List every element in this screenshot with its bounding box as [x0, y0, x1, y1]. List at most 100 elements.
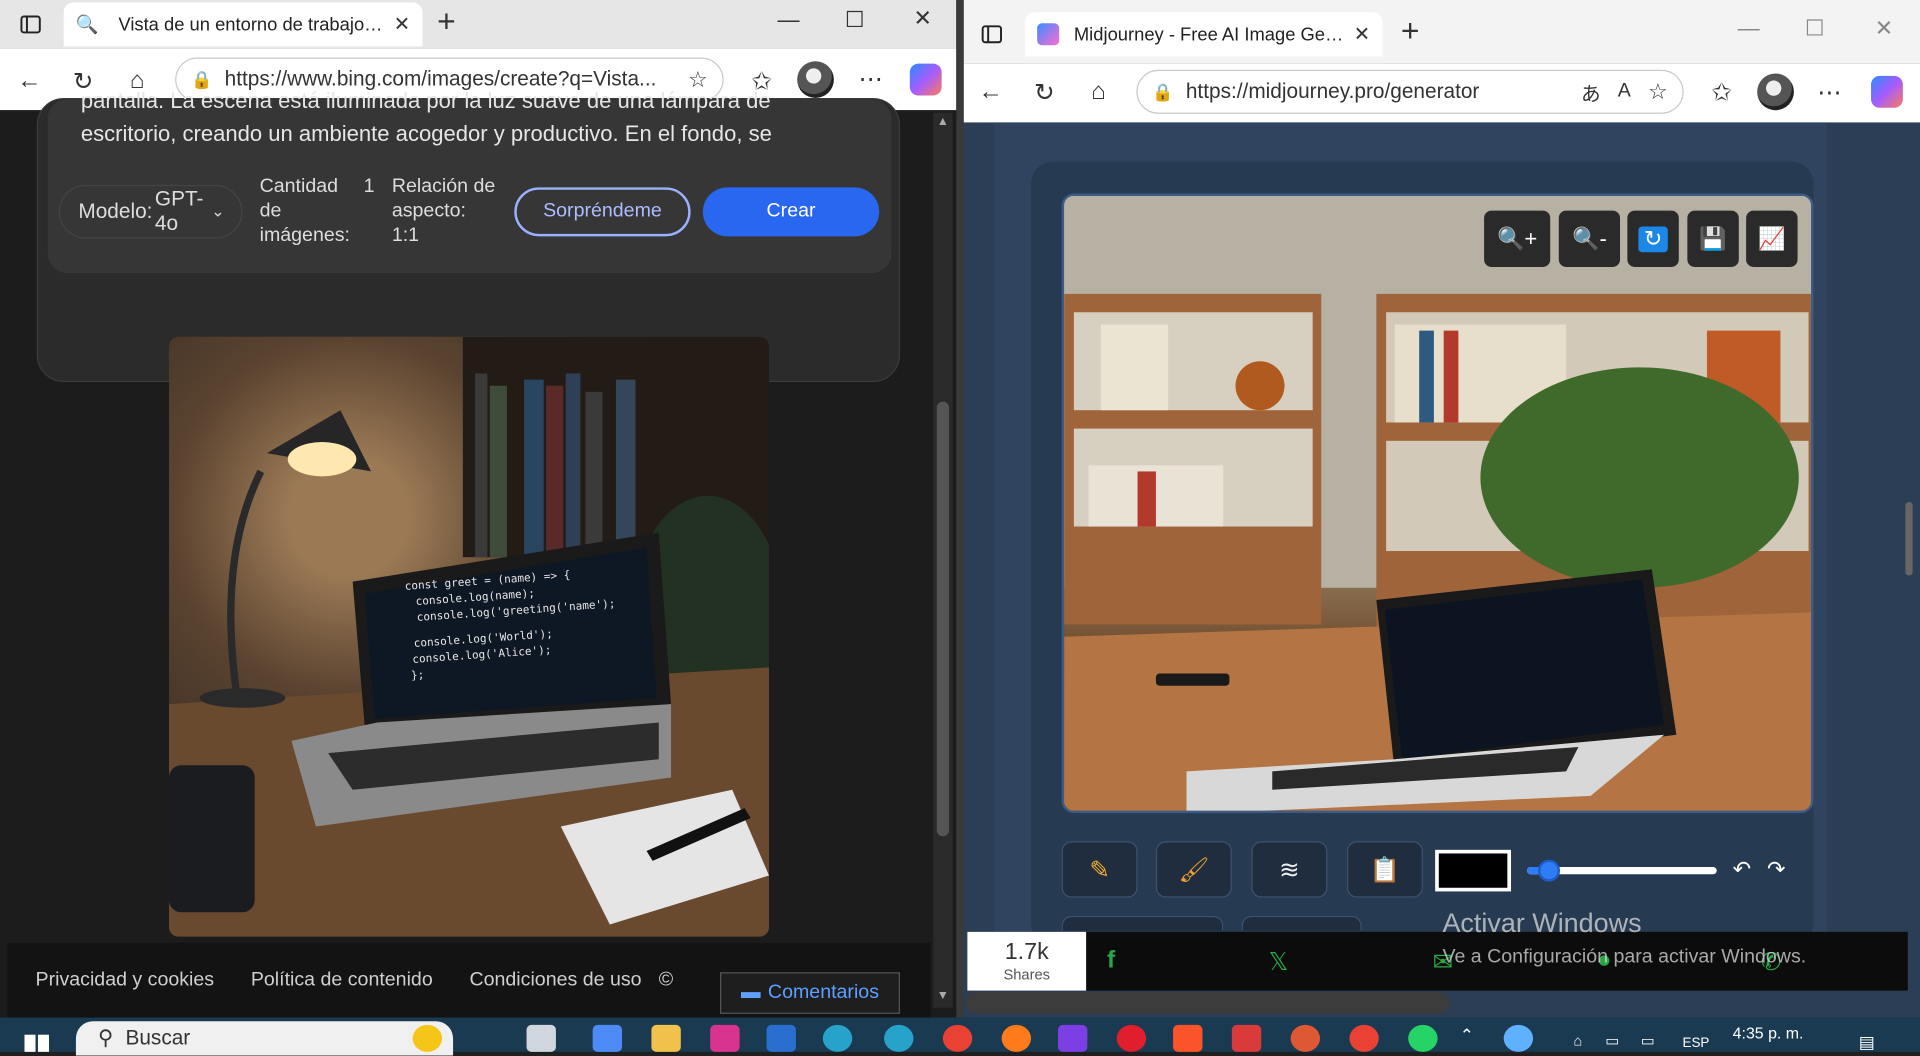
model-value: GPT-4o — [154, 187, 204, 236]
instagram-icon[interactable] — [710, 1024, 740, 1052]
notifications-icon[interactable]: ▤ — [1859, 1032, 1875, 1053]
close-tab-icon[interactable]: ✕ — [1354, 22, 1370, 46]
reset-button[interactable]: ↻ — [1627, 210, 1679, 267]
facebook-icon[interactable]: f — [1107, 947, 1115, 975]
minimize-icon[interactable]: — — [778, 7, 800, 33]
weather-icon[interactable] — [1503, 1024, 1534, 1052]
floppy-disk-icon: 💾 — [1699, 225, 1727, 251]
zoom-in-button[interactable]: 🔍+ — [1484, 210, 1551, 267]
scroll-up-icon[interactable]: ▲ — [937, 115, 949, 128]
generated-image[interactable]: const greet = (name) => { console.log(na… — [168, 336, 769, 937]
chrome-icon[interactable] — [1349, 1024, 1379, 1052]
firefox-icon[interactable] — [1001, 1024, 1032, 1052]
outlook-icon[interactable] — [766, 1024, 796, 1052]
battery-icon[interactable]: ▭ — [1605, 1032, 1619, 1049]
copilot-icon[interactable] — [1871, 75, 1903, 108]
privacy-link[interactable]: Privacidad y cookies — [36, 969, 215, 991]
close-tab-icon[interactable]: ✕ — [394, 12, 410, 36]
brush-tool-button[interactable]: 🖌 — [1155, 841, 1232, 898]
more-tool-button[interactable] — [1061, 915, 1224, 931]
chevron-down-icon: ⌄ — [211, 202, 225, 221]
paste-tool-button[interactable]: 📋 — [1346, 841, 1423, 898]
more-menu-icon[interactable]: ⋯ — [1811, 73, 1848, 110]
chrome-icon[interactable] — [942, 1024, 973, 1052]
brave-icon[interactable] — [1173, 1024, 1203, 1052]
scroll-down-icon[interactable]: ▼ — [937, 989, 949, 1002]
windows-start-icon[interactable] — [24, 1034, 49, 1052]
aspect-value[interactable]: 1:1 — [392, 224, 419, 248]
share-count-label: Shares — [1003, 966, 1051, 984]
profile-avatar[interactable] — [1757, 73, 1794, 111]
language-indicator[interactable]: ESP — [1682, 1036, 1709, 1051]
duckduckgo-icon[interactable] — [1290, 1024, 1321, 1052]
quantity-value[interactable]: 1 — [364, 175, 375, 199]
left-browser-window: 🔍 Vista de un entorno de trabajo moderno… — [0, 0, 957, 1018]
task-view-icon[interactable] — [526, 1024, 556, 1052]
refresh-icon: ↻ — [1638, 225, 1668, 252]
copilot-app-icon[interactable] — [592, 1024, 623, 1052]
favorites-icon[interactable]: ✩ — [1703, 73, 1740, 110]
taskbar-search[interactable]: ⚲ Buscar — [75, 1021, 454, 1056]
whatsapp-app-icon[interactable] — [1408, 1024, 1438, 1052]
left-scrollbar[interactable]: ▲ ▼ — [933, 112, 953, 1008]
vivaldi-icon[interactable] — [1231, 1024, 1262, 1052]
network-icon[interactable]: ⌂ — [1573, 1032, 1582, 1049]
opera-icon[interactable] — [1116, 1024, 1147, 1052]
tab-actions-icon[interactable] — [15, 9, 47, 41]
copilot-icon[interactable] — [909, 63, 942, 96]
chevron-up-icon[interactable]: ⌃ — [1460, 1025, 1474, 1046]
clock[interactable]: 4:35 p. m. — [1733, 1024, 1804, 1042]
back-icon[interactable]: ← — [972, 73, 1009, 110]
chart-button[interactable]: 📈 — [1746, 210, 1798, 267]
translate-icon[interactable]: あ — [1581, 77, 1601, 106]
minimize-icon[interactable]: — — [1738, 16, 1760, 42]
more-tool-button[interactable] — [1241, 915, 1362, 931]
activation-watermark-title: Activar Windows — [1442, 907, 1642, 938]
tab-bing-create[interactable]: 🔍 Vista de un entorno de trabajo moderno… — [63, 2, 423, 47]
close-window-icon[interactable]: ✕ — [913, 6, 931, 32]
model-selector[interactable]: Modelo: GPT-4o ⌄ — [58, 184, 243, 239]
edge-icon[interactable] — [884, 1024, 914, 1052]
x-twitter-icon[interactable]: 𝕏 — [1269, 947, 1289, 978]
tab-actions-icon[interactable] — [976, 18, 1008, 50]
create-button[interactable]: Crear — [702, 187, 880, 237]
blur-tool-button[interactable]: ≋ — [1251, 841, 1328, 898]
undo-icon[interactable]: ↶ — [1733, 857, 1751, 883]
back-icon[interactable]: ← — [11, 62, 48, 99]
brush-size-knob[interactable] — [1537, 859, 1561, 882]
color-picker[interactable] — [1435, 849, 1512, 892]
terms-link[interactable]: Condiciones de uso — [469, 969, 641, 991]
read-aloud-icon[interactable]: A — [1618, 81, 1631, 103]
widgets-star-icon[interactable] — [412, 1024, 443, 1052]
right-toolbar: ← ↻ ⌂ 🔒 https://midjourney.pro/generator… — [963, 63, 1920, 123]
maximize-icon[interactable]: ☐ — [845, 7, 865, 33]
content-policy-link[interactable]: Política de contenido — [251, 969, 433, 991]
maximize-icon[interactable]: ☐ — [1805, 16, 1825, 42]
pencil-icon: ✎ — [1089, 856, 1110, 884]
save-button[interactable]: 💾 — [1687, 210, 1739, 267]
tab-midjourney[interactable]: Midjourney - Free AI Image Generator ✕ — [1024, 12, 1383, 57]
favorite-star-icon[interactable]: ☆ — [1648, 79, 1668, 105]
editor-canvas[interactable]: 🔍+ 🔍- ↻ 💾 📈 — [1061, 193, 1814, 814]
refresh-icon[interactable]: ↻ — [1026, 73, 1063, 110]
surprise-button[interactable]: Sorpréndeme — [514, 187, 691, 237]
redo-icon[interactable]: ↷ — [1767, 857, 1785, 883]
close-window-icon[interactable]: ✕ — [1875, 16, 1893, 42]
pencil-tool-button[interactable]: ✎ — [1061, 841, 1138, 898]
address-bar[interactable]: 🔒 https://midjourney.pro/generator あ A ☆ — [1136, 69, 1684, 114]
new-tab-icon[interactable]: + — [437, 2, 456, 40]
home-icon[interactable]: ⌂ — [1080, 73, 1117, 110]
file-explorer-icon[interactable] — [651, 1024, 681, 1052]
new-tab-icon[interactable]: + — [1401, 12, 1420, 50]
edge-icon[interactable] — [822, 1024, 853, 1052]
window-divider[interactable] — [956, 0, 964, 1018]
volume-icon[interactable]: ▭ — [1641, 1032, 1655, 1049]
app-icon[interactable] — [1057, 1024, 1088, 1052]
scroll-thumb[interactable] — [936, 401, 949, 837]
comments-button[interactable]: ▬ Comentarios — [720, 972, 901, 1014]
right-scrollbar-thumb[interactable] — [1905, 502, 1913, 576]
horizontal-scrollbar[interactable] — [966, 991, 1450, 1014]
zoom-out-button[interactable]: 🔍- — [1558, 210, 1621, 267]
quantity-label: Cantidad de imágenes: — [259, 176, 350, 247]
midjourney-favicon — [1037, 23, 1060, 46]
